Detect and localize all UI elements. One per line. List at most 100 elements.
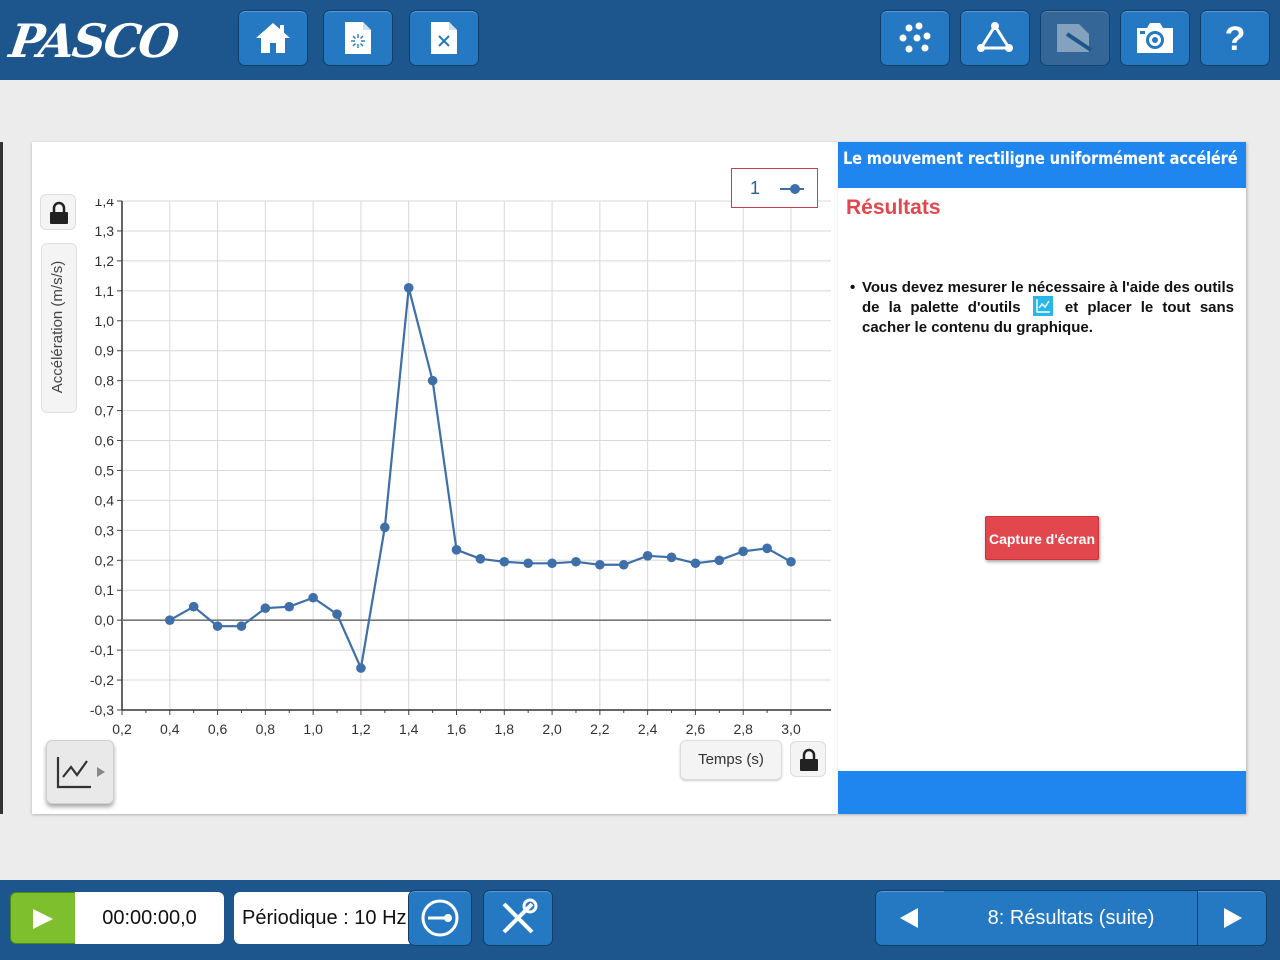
acceleration-chart[interactable]: -0,3 -0,2 -0,1 0,0 0,1 0,2 0,3 0,4 0,5 0,6 0,7 0,8 0… xyxy=(32,142,838,814)
screen-capture-button[interactable]: Capture d'écran xyxy=(985,516,1099,560)
journal-button[interactable] xyxy=(1040,10,1110,66)
sampling-options-button[interactable] xyxy=(408,890,472,946)
y-tick-label: 0,6 xyxy=(95,433,115,449)
y-tick-label: 1,3 xyxy=(95,223,115,239)
y-tick-label: 0,4 xyxy=(95,492,115,508)
y-tick-label: 0,3 xyxy=(95,522,115,538)
arrow-right-icon xyxy=(1224,908,1242,928)
data-point xyxy=(356,663,366,673)
close-experiment-button[interactable] xyxy=(409,10,479,66)
elapsed-time: 00:00:00,0 xyxy=(75,892,224,944)
y-tick-label: 1,2 xyxy=(95,253,115,269)
previous-page-button[interactable] xyxy=(875,890,945,946)
section-title: Résultats xyxy=(846,196,941,219)
y-tick-label: 1,0 xyxy=(95,313,115,329)
data-point xyxy=(403,283,414,293)
y-tick-label: -0,2 xyxy=(90,672,114,688)
page-title: Le mouvement rectiligne uniformément acc… xyxy=(843,149,1238,169)
data-point xyxy=(666,552,677,563)
x-tick-label: 3,0 xyxy=(781,721,801,737)
page-header: Le mouvement rectiligne uniformément acc… xyxy=(838,142,1246,188)
x-tick-label: 2,4 xyxy=(638,721,658,737)
data-point xyxy=(571,556,581,567)
y-tick-label: 0,8 xyxy=(95,373,115,389)
page-content-panel: Le mouvement rectiligne uniformément acc… xyxy=(838,142,1246,814)
x-tick-label: 2,8 xyxy=(733,721,753,737)
data-point xyxy=(762,543,772,554)
y-tick-label: 0,5 xyxy=(95,462,115,478)
chart-axes xyxy=(117,200,831,715)
data-point xyxy=(738,546,749,557)
start-recording-button[interactable] xyxy=(10,892,76,944)
data-point xyxy=(690,558,701,569)
top-toolbar: PASCO ? xyxy=(0,0,1280,80)
snapshot-button[interactable] xyxy=(1120,10,1190,66)
data-point xyxy=(284,601,295,612)
new-file-icon xyxy=(345,22,371,54)
data-point xyxy=(499,556,510,567)
chart-grid xyxy=(121,200,831,711)
x-tick-label: 0,6 xyxy=(208,721,228,737)
help-icon: ? xyxy=(1224,20,1246,58)
x-tick-label: 1,6 xyxy=(447,721,467,737)
triangle-graph-icon xyxy=(977,22,1013,52)
annotation-icon xyxy=(1057,24,1093,52)
y-tick-label: 1,1 xyxy=(95,283,115,299)
home-button[interactable] xyxy=(238,10,308,66)
play-icon xyxy=(33,909,53,929)
sampling-icon xyxy=(421,899,459,937)
data-point xyxy=(308,592,318,603)
new-experiment-button[interactable] xyxy=(323,10,393,66)
graph-tools-palette-button[interactable] xyxy=(46,740,114,804)
data-point xyxy=(595,559,605,570)
data-point xyxy=(260,603,271,613)
hardware-setup-button[interactable] xyxy=(483,890,553,946)
chart-series xyxy=(164,283,796,673)
x-tick-label: 1,2 xyxy=(351,721,371,737)
close-file-icon xyxy=(431,22,457,54)
data-point xyxy=(212,621,223,631)
graph-tools-inline-icon xyxy=(1032,296,1053,317)
x-tick-label: 1,4 xyxy=(399,721,419,737)
y-axis-label-button[interactable]: Accélération (m/s/s) xyxy=(41,243,77,413)
y-tick-label: 1,4 xyxy=(95,193,115,209)
data-point xyxy=(451,545,462,555)
arrow-left-icon xyxy=(900,908,918,928)
x-axis-lock-button[interactable] xyxy=(790,741,826,777)
data-point xyxy=(547,558,557,569)
data-point xyxy=(786,556,796,567)
sampling-mode[interactable]: Périodique : 10 Hz xyxy=(234,892,410,944)
data-point xyxy=(714,555,725,566)
help-button[interactable]: ? xyxy=(1200,10,1270,66)
y-tick-label: -0,3 xyxy=(90,702,114,718)
data-tools-button[interactable] xyxy=(880,10,950,66)
pasco-logo: PASCO xyxy=(6,14,181,68)
scatter-icon xyxy=(899,22,931,53)
graph-tools-icon xyxy=(56,757,105,789)
data-point xyxy=(332,609,342,619)
camera-icon xyxy=(1137,23,1173,53)
y-axis-lock-button[interactable] xyxy=(40,194,76,230)
x-tick-label: 0,4 xyxy=(160,721,180,737)
tools-icon xyxy=(502,898,538,934)
page-selector[interactable]: 8: Résultats (suite) xyxy=(944,890,1198,946)
y-tick-label: 0,2 xyxy=(95,552,115,568)
next-page-button[interactable] xyxy=(1197,890,1267,946)
y-tick-label: -0,1 xyxy=(90,642,114,658)
y-tick-label: 0,9 xyxy=(95,343,115,359)
data-point xyxy=(188,601,199,612)
y-tick-label: 0,0 xyxy=(95,612,115,628)
x-tick-label: 2,0 xyxy=(542,721,562,737)
data-point xyxy=(380,522,390,533)
run-legend[interactable]: 1 xyxy=(731,168,818,208)
bullet: • xyxy=(850,279,856,296)
x-axis-label-button[interactable]: Temps (s) xyxy=(680,740,782,780)
x-tick-label: 1,0 xyxy=(303,721,323,737)
lock-icon xyxy=(800,748,818,771)
data-point xyxy=(164,615,175,625)
run-line-icon xyxy=(780,184,804,194)
instructions-text: • Vous devez mesurer le nécessaire à l'a… xyxy=(850,278,1234,338)
data-point xyxy=(427,375,438,386)
y-tick-label: 0,1 xyxy=(95,582,115,598)
calculator-button[interactable] xyxy=(960,10,1030,66)
